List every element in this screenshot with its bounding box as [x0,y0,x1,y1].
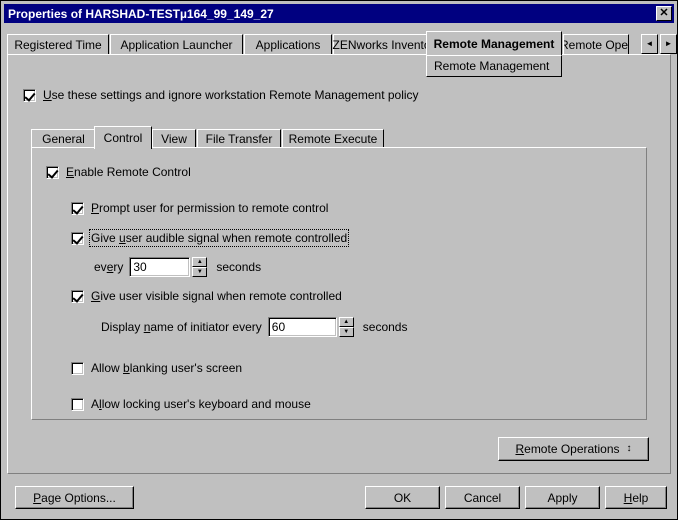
tab-dropdown-menu-item-remote-management[interactable]: Remote Management [426,55,562,77]
tab-scroll-buttons: ◄ ► [641,34,677,54]
button-label: Page Options... [33,490,116,505]
arrow-right-icon: ► [664,39,673,48]
dialog-footer: Page Options... OK Cancel Apply Help [4,477,674,518]
arrow-up-icon: ▲ [343,319,350,325]
input-value: 60 [271,320,286,334]
updown-arrow-icon: ↕ [626,443,632,454]
audible-interval-spinner[interactable]: ▲ ▼ [192,257,208,277]
cancel-button[interactable]: Cancel [445,486,520,509]
checkbox-label: Allow locking user's keyboard and mouse [91,397,311,411]
display-name-interval-spinner[interactable]: ▲ ▼ [338,317,354,337]
tab-label: Applications [255,38,321,52]
checkbox-label: Enable Remote Control [66,165,191,179]
display-name-interval-unit: seconds [362,320,408,334]
checkbox-use-these-settings[interactable]: Use these settings and ignore workstatio… [23,88,419,102]
tab-scroll-left-button[interactable]: ◄ [641,34,658,54]
arrow-up-icon: ▲ [196,259,203,265]
tab-control[interactable]: Control [94,126,152,149]
checkbox-box-icon[interactable] [71,289,84,303]
tab-label: View [161,132,187,146]
tab-applications[interactable]: Applications [244,34,332,55]
tab-label: General [42,132,85,146]
button-label: Help [623,490,649,505]
display-name-interval-input[interactable]: 60 [267,317,337,337]
tab-remote-execute[interactable]: Remote Execute [282,129,384,148]
spinner-down-button[interactable]: ▼ [338,327,354,337]
checkbox-visible-signal[interactable]: Give user visible signal when remote con… [71,289,342,303]
spinner-up-button[interactable]: ▲ [338,317,354,327]
audible-interval-input[interactable]: 30 [129,257,191,277]
tab-label: ZENworks Inventory [332,38,441,52]
button-label: Cancel [463,490,502,505]
control-tab-panel [31,147,647,420]
display-name-interval-group: Display name of initiator every 60 ▲ ▼ s… [101,317,407,337]
tab-remote-operations[interactable]: Remote Oper [563,34,629,55]
tab-label: Remote Execute [288,132,378,146]
checkbox-prompt-user-permission[interactable]: Prompt user for permission to remote con… [71,201,328,215]
checkbox-label: Use these settings and ignore workstatio… [43,88,419,102]
checkbox-box-icon[interactable] [71,231,84,245]
title-bar[interactable]: Properties of HARSHAD-TESTµ164_99_149_27… [4,4,674,23]
close-icon[interactable]: ✕ [656,6,672,21]
spinner-up-button[interactable]: ▲ [192,257,208,267]
tab-label: Remote Management [433,36,555,51]
checkbox-box-icon[interactable] [71,361,84,375]
checkbox-box-icon[interactable] [71,397,84,411]
audible-interval-label: every [94,260,124,274]
checkbox-box-icon[interactable] [46,165,59,179]
tab-general[interactable]: General [31,129,96,148]
properties-dialog: Properties of HARSHAD-TESTµ164_99_149_27… [0,0,678,520]
display-name-label: Display name of initiator every [101,320,262,334]
tab-label: Control [103,131,143,145]
checkbox-box-icon[interactable] [23,88,36,102]
checkbox-label: Give user visible signal when remote con… [91,289,342,303]
help-button[interactable]: Help [605,486,667,509]
checkbox-audible-signal[interactable]: Give user audible signal when remote con… [71,229,350,247]
tab-application-launcher[interactable]: Application Launcher [110,34,243,55]
checkbox-allow-blanking-screen[interactable]: Allow blanking user's screen [71,361,242,375]
checkbox-box-icon[interactable] [71,201,84,215]
tab-label: Registered Time [14,38,102,52]
input-value: 30 [133,260,147,274]
tab-label: Remote Oper [563,38,629,52]
tab-registered-time[interactable]: Registered Time [7,34,109,55]
arrow-left-icon: ◄ [645,39,654,48]
outer-tab-strip: Registered Time Application Launcher App… [7,31,677,77]
tab-label: Application Launcher [120,38,233,52]
tab-view[interactable]: View [152,129,196,148]
apply-button[interactable]: Apply [525,486,600,509]
dropdown-item-label: Remote Management [434,59,550,73]
tab-file-transfer[interactable]: File Transfer [197,129,281,148]
checkbox-label: Allow blanking user's screen [91,361,243,375]
page-options-button[interactable]: Page Options... [15,486,134,509]
audible-interval-unit: seconds [216,260,262,274]
checkbox-label: Give user audible signal when remote con… [88,229,350,247]
remote-operations-button[interactable]: Remote Operations ↕ [498,437,649,461]
checkbox-allow-locking-keyboard-mouse[interactable]: Allow locking user's keyboard and mouse [71,397,311,411]
tab-label: File Transfer [205,132,273,146]
ok-button[interactable]: OK [365,486,440,509]
tab-scroll-right-button[interactable]: ► [660,34,677,54]
checkbox-label: Prompt user for permission to remote con… [91,201,329,215]
window-title: Properties of HARSHAD-TESTµ164_99_149_27 [8,6,274,21]
arrow-down-icon: ▼ [343,329,350,335]
inner-tab-strip: General Control View File Transfer Remot… [31,126,647,149]
arrow-down-icon: ▼ [196,269,203,275]
tab-remote-management[interactable]: Remote Management [426,31,562,55]
spinner-down-button[interactable]: ▼ [192,267,208,277]
checkbox-enable-remote-control[interactable]: Enable Remote Control [46,165,191,179]
button-label: OK [393,490,412,505]
button-label: Remote Operations [515,442,620,456]
button-label: Apply [547,490,578,505]
audible-interval-group: every 30 ▲ ▼ seconds [94,257,261,277]
